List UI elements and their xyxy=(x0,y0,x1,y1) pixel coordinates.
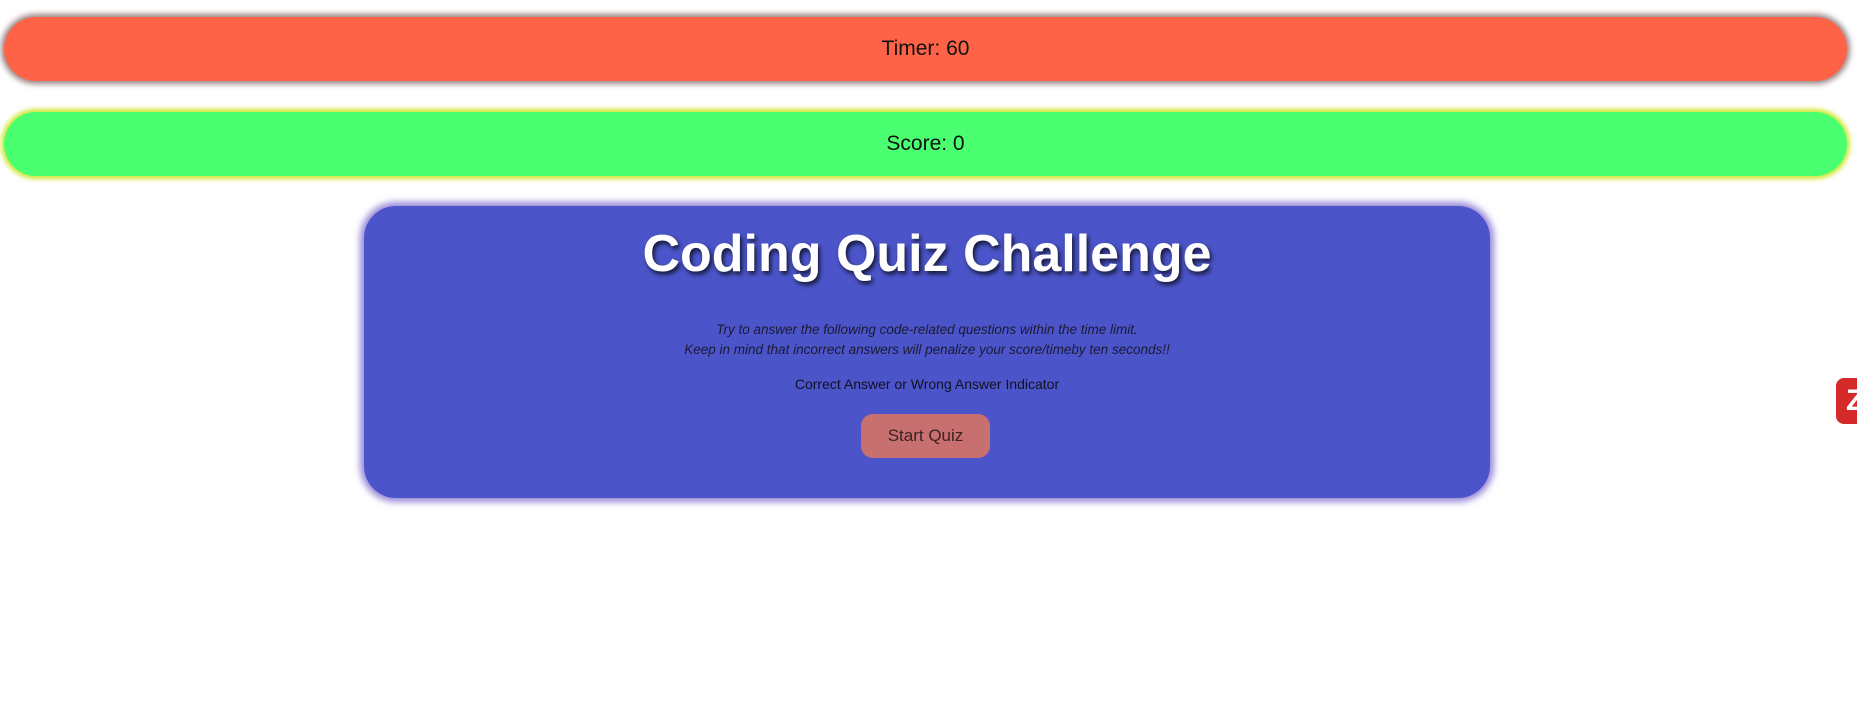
instruction-line: Try to answer the following code-related… xyxy=(716,322,1138,337)
quiz-instructions: Try to answer the following code-related… xyxy=(364,320,1490,360)
score-bar: Score: 0 xyxy=(4,112,1847,176)
z-badge-icon[interactable]: Z xyxy=(1836,378,1857,424)
score-label: Score: 0 xyxy=(886,132,965,155)
instruction-line: Keep in mind that incorrect answers will… xyxy=(684,342,1170,357)
timer-label: Timer: 60 xyxy=(881,37,970,60)
timer-bar: Timer: 60 xyxy=(4,17,1847,81)
z-badge-glyph: Z xyxy=(1846,384,1857,417)
answer-indicator: Correct Answer or Wrong Answer Indicator xyxy=(794,376,1060,392)
quiz-card: Coding Quiz Challenge Try to answer the … xyxy=(364,206,1490,498)
quiz-title: Coding Quiz Challenge xyxy=(642,225,1212,283)
start-quiz-button[interactable]: Start Quiz xyxy=(861,414,990,458)
